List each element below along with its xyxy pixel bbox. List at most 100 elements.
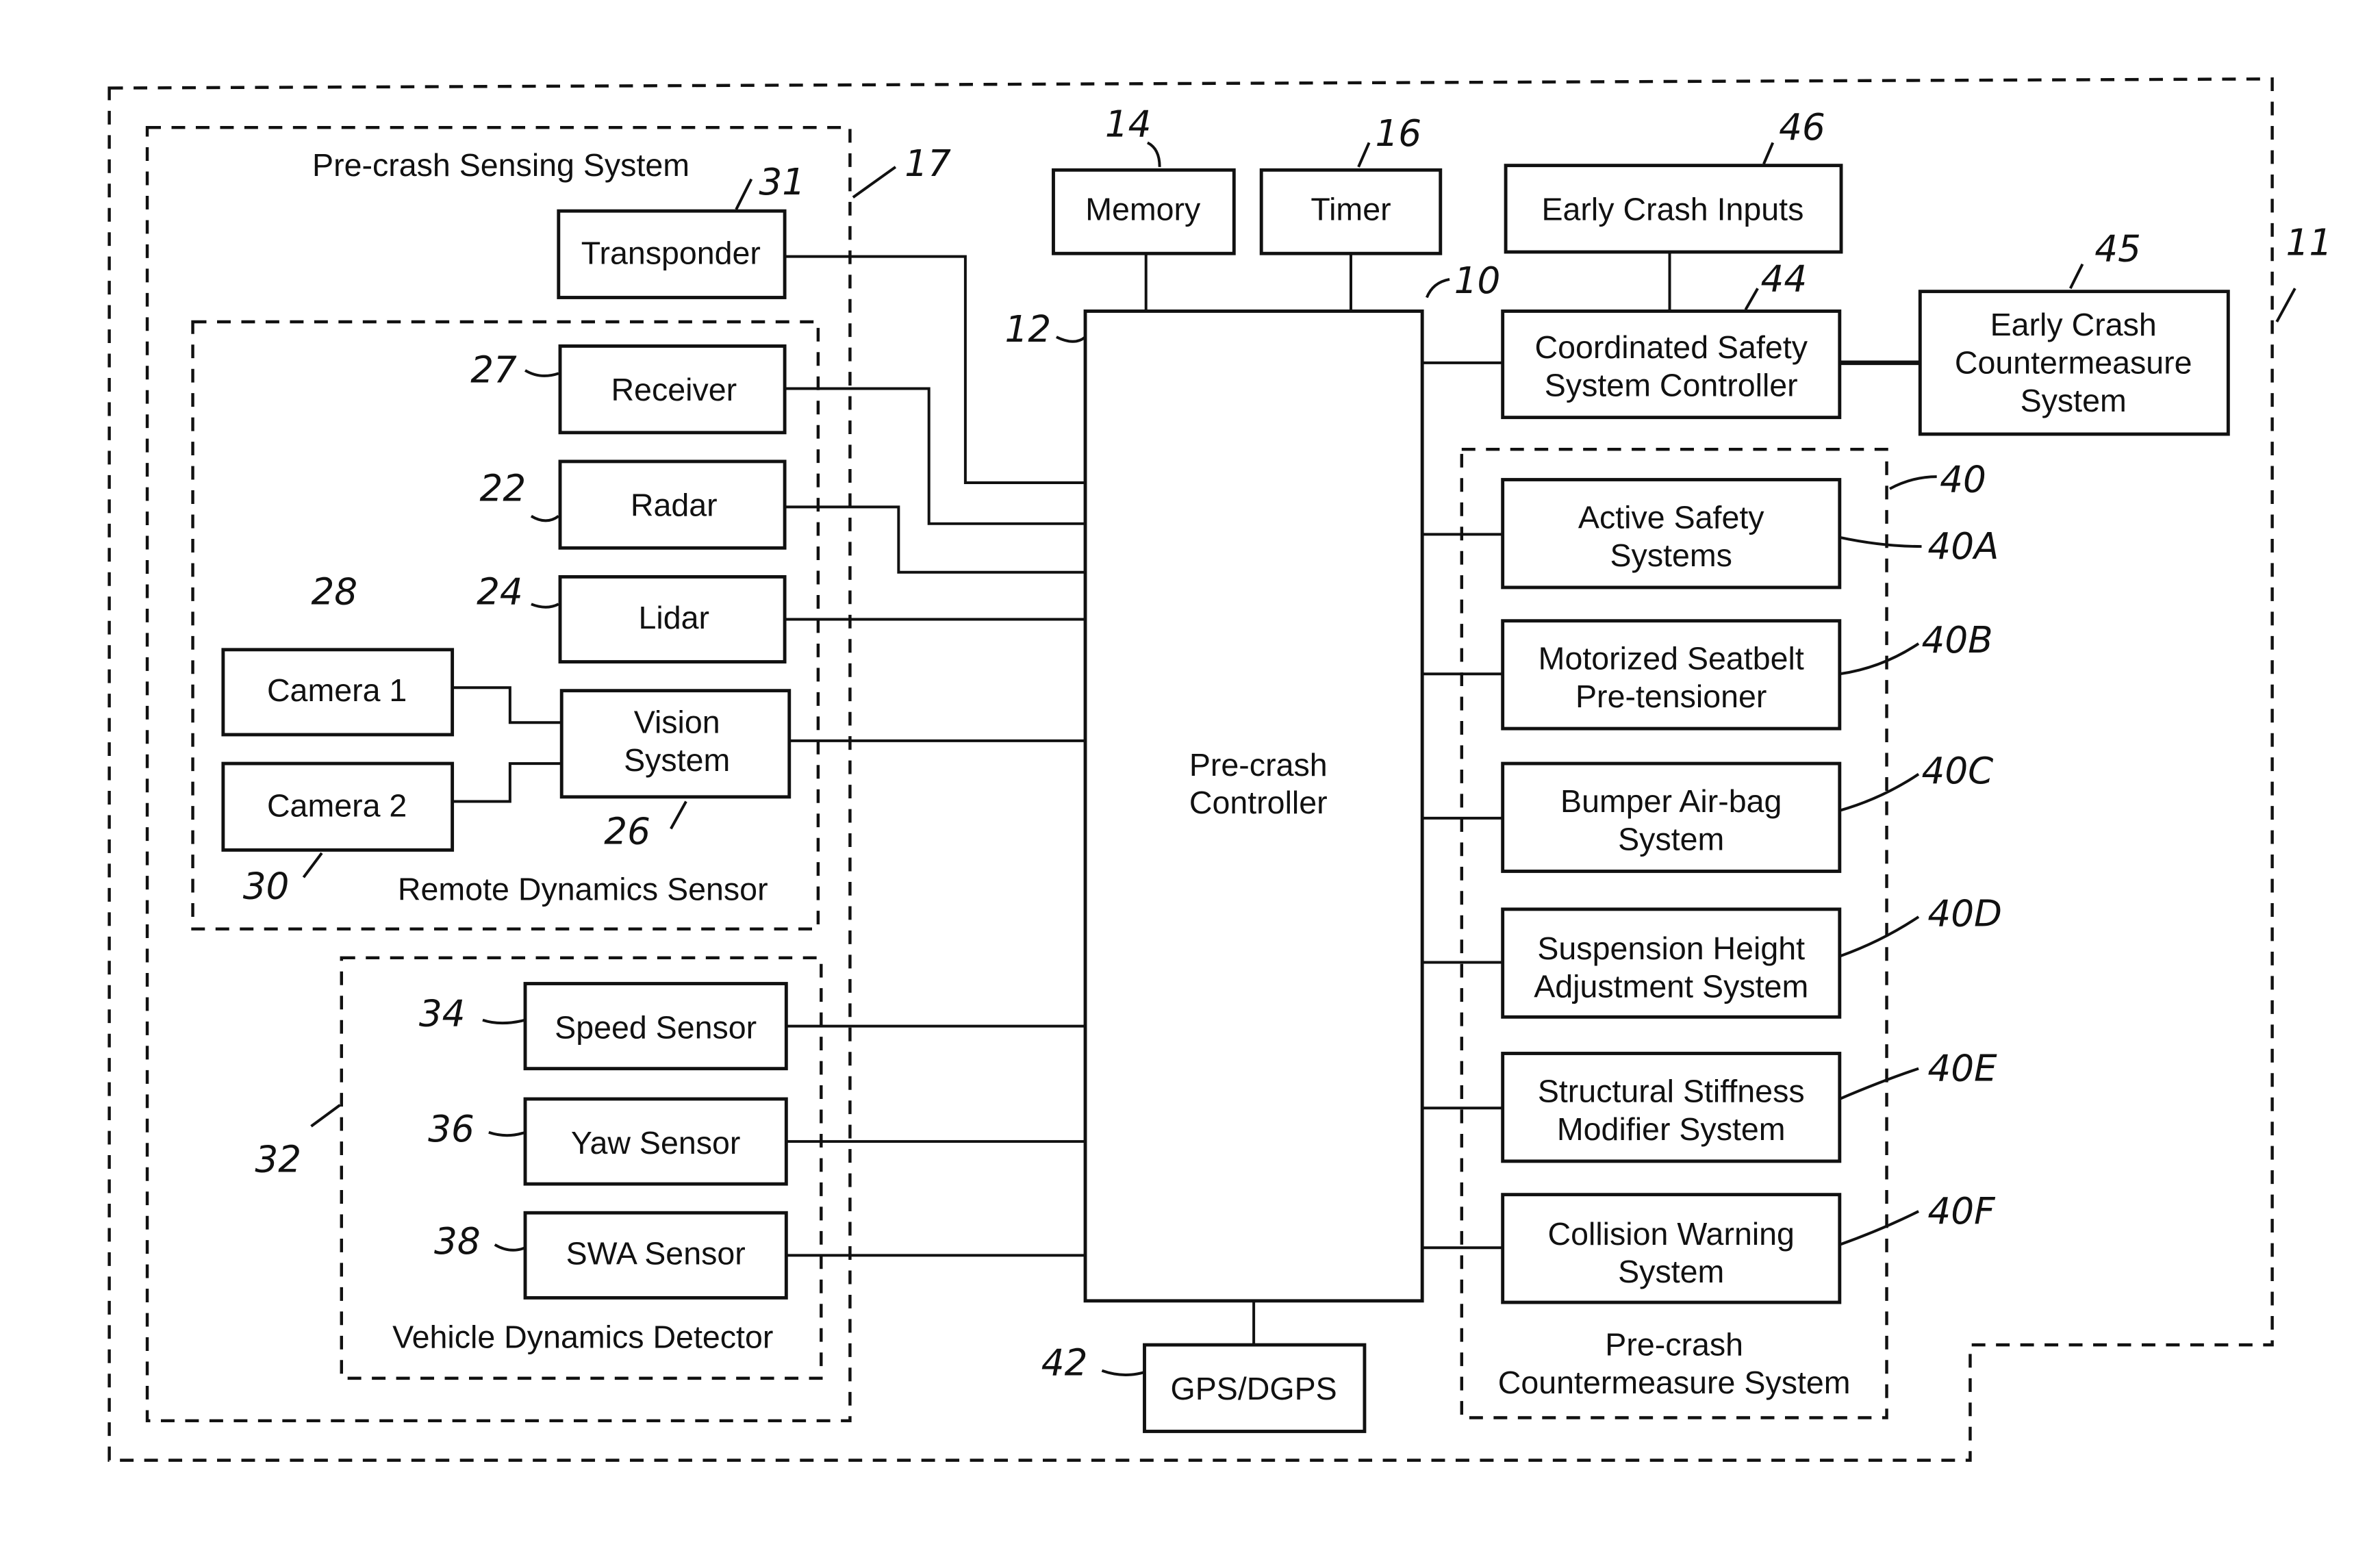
ref-30: 30 <box>243 865 290 907</box>
suspension-label-line2: Adjustment System <box>1534 968 1808 1004</box>
leader-30 <box>302 852 323 878</box>
seatbelt-label-line2: Pre-tensioner <box>1575 679 1767 714</box>
early-cm-label-line1: Early Crash <box>1990 307 2157 342</box>
vehicle-dynamics-title: Vehicle Dynamics Detector <box>392 1319 773 1355</box>
early-crash-inputs-block[interactable]: Early Crash Inputs <box>1504 164 1843 254</box>
ref-40E: 40E <box>1927 1047 1997 1089</box>
yaw-sensor-block[interactable]: Yaw Sensor <box>523 1097 788 1186</box>
leader-38 <box>494 1243 526 1252</box>
ref-40B: 40B <box>1922 619 1993 661</box>
leader-42 <box>1101 1369 1145 1376</box>
controller-label-line1: Pre-crash <box>1189 747 1328 783</box>
active-label-line1: Active Safety <box>1578 499 1764 535</box>
leader-14 <box>1146 141 1161 167</box>
speed-sensor-label: Speed Sensor <box>555 1009 757 1045</box>
leader-45 <box>2068 263 2084 290</box>
radar-label: Radar <box>631 488 718 523</box>
gps-dgps-block[interactable]: GPS/DGPS <box>1143 1343 1367 1433</box>
lidar-label: Lidar <box>639 600 710 635</box>
ref-40F: 40F <box>1927 1190 1996 1232</box>
leader-40A <box>1839 535 1922 548</box>
timer-block[interactable]: Timer <box>1259 168 1443 255</box>
memory-label: Memory <box>1085 191 1201 227</box>
transponder-label: Transponder <box>581 236 761 271</box>
ref-40D: 40D <box>1927 892 2002 935</box>
countermeasure-title-line1: Pre-crash <box>1605 1327 1743 1363</box>
camera-1-label: Camera 1 <box>267 672 407 708</box>
wire-radar <box>785 505 1086 574</box>
pre-crash-controller-block[interactable]: Pre-crash Controller <box>1083 309 1424 1303</box>
coordinated-label-line2: System Controller <box>1545 368 1798 403</box>
leader-40B <box>1839 642 1920 676</box>
memory-block[interactable]: Memory <box>1052 168 1236 255</box>
leader-24 <box>531 603 559 609</box>
transponder-block[interactable]: Transponder <box>557 209 787 299</box>
active-label-line2: Systems <box>1610 538 1732 573</box>
camera-1-block[interactable]: Camera 1 <box>221 648 455 737</box>
active-safety-block[interactable]: Active Safety Systems <box>1501 478 1842 590</box>
stiffness-label-line2: Modifier System <box>1557 1111 1786 1147</box>
ref-46: 46 <box>1779 106 1825 149</box>
controller-label-line2: Controller <box>1189 785 1328 820</box>
structural-stiffness-block[interactable]: Structural Stiffness Modifier System <box>1501 1052 1842 1163</box>
warning-label-line1: Collision Warning <box>1548 1216 1795 1252</box>
ref-16: 16 <box>1375 112 1421 155</box>
diagram-svg: 11 Pre-crash Sensing System 17 Remote Dy… <box>107 77 2333 1462</box>
leader-32 <box>310 1104 341 1128</box>
ref-32: 32 <box>255 1138 301 1180</box>
leader-40 <box>1889 475 1937 490</box>
leader-44 <box>1744 288 1759 311</box>
ref-10: 10 <box>1454 260 1501 302</box>
early-crash-countermeasure-block[interactable]: Early Crash Countermeasure System <box>1918 290 2230 436</box>
swa-sensor-label: SWA Sensor <box>566 1236 746 1272</box>
ref-42: 42 <box>1041 1341 1088 1384</box>
camera-2-block[interactable]: Camera 2 <box>221 761 455 852</box>
collision-warning-block[interactable]: Collision Warning System <box>1501 1193 1842 1304</box>
speed-sensor-block[interactable]: Speed Sensor <box>523 982 788 1071</box>
leader-40F <box>1839 1210 1919 1246</box>
leader-26 <box>670 800 687 830</box>
vision-label-line1: Vision <box>634 705 720 740</box>
stiffness-label-line1: Structural Stiffness <box>1538 1073 1805 1109</box>
countermeasure-title-line2: Countermeasure System <box>1498 1365 1851 1400</box>
bumper-airbag-block[interactable]: Bumper Air-bag System <box>1501 761 1842 873</box>
wire-receiver <box>785 387 1086 525</box>
ref-44: 44 <box>1761 258 1808 301</box>
remote-dynamics-title: Remote Dynamics Sensor <box>398 872 768 907</box>
coordinated-safety-controller-block[interactable]: Coordinated Safety System Controller <box>1501 309 1842 420</box>
ref-28: 28 <box>311 570 357 613</box>
ref-40A: 40A <box>1927 525 1999 568</box>
leader-34 <box>482 1018 526 1025</box>
ref-27: 27 <box>470 349 517 392</box>
block-diagram: 11 Pre-crash Sensing System 17 Remote Dy… <box>0 0 2380 1568</box>
ref-36: 36 <box>428 1108 474 1150</box>
receiver-label: Receiver <box>611 372 737 407</box>
wire-camera2-vision <box>452 762 562 803</box>
receiver-block[interactable]: Receiver <box>558 344 787 435</box>
yaw-sensor-label: Yaw Sensor <box>571 1125 741 1161</box>
leader-31 <box>735 178 753 210</box>
leader-46 <box>1762 142 1775 165</box>
lidar-block[interactable]: Lidar <box>558 574 787 663</box>
suspension-height-block[interactable]: Suspension Height Adjustment System <box>1501 907 1842 1019</box>
ref-40: 40 <box>1940 458 1986 501</box>
radar-block[interactable]: Radar <box>558 459 787 550</box>
ref-11: 11 <box>2286 221 2333 264</box>
swa-sensor-block[interactable]: SWA Sensor <box>523 1211 788 1300</box>
coordinated-label-line1: Coordinated Safety <box>1534 329 1808 365</box>
leader-12 <box>1056 336 1087 343</box>
ref-14: 14 <box>1105 103 1152 146</box>
seatbelt-pretensioner-block[interactable]: Motorized Seatbelt Pre-tensioner <box>1501 619 1842 731</box>
early-crash-inputs-label: Early Crash Inputs <box>1542 191 1804 227</box>
warning-label-line2: System <box>1618 1254 1724 1289</box>
vision-system-block[interactable]: Vision System <box>559 689 792 799</box>
camera-2-label: Camera 2 <box>267 788 407 824</box>
leader-10 <box>1425 277 1450 299</box>
ref-12: 12 <box>1005 308 1052 351</box>
early-cm-label-line3: System <box>2021 383 2127 418</box>
ref-24: 24 <box>477 570 523 613</box>
vision-label-line2: System <box>624 742 730 778</box>
ref-17: 17 <box>904 142 951 185</box>
seatbelt-label-line1: Motorized Seatbelt <box>1539 641 1804 676</box>
leader-36 <box>488 1130 526 1137</box>
